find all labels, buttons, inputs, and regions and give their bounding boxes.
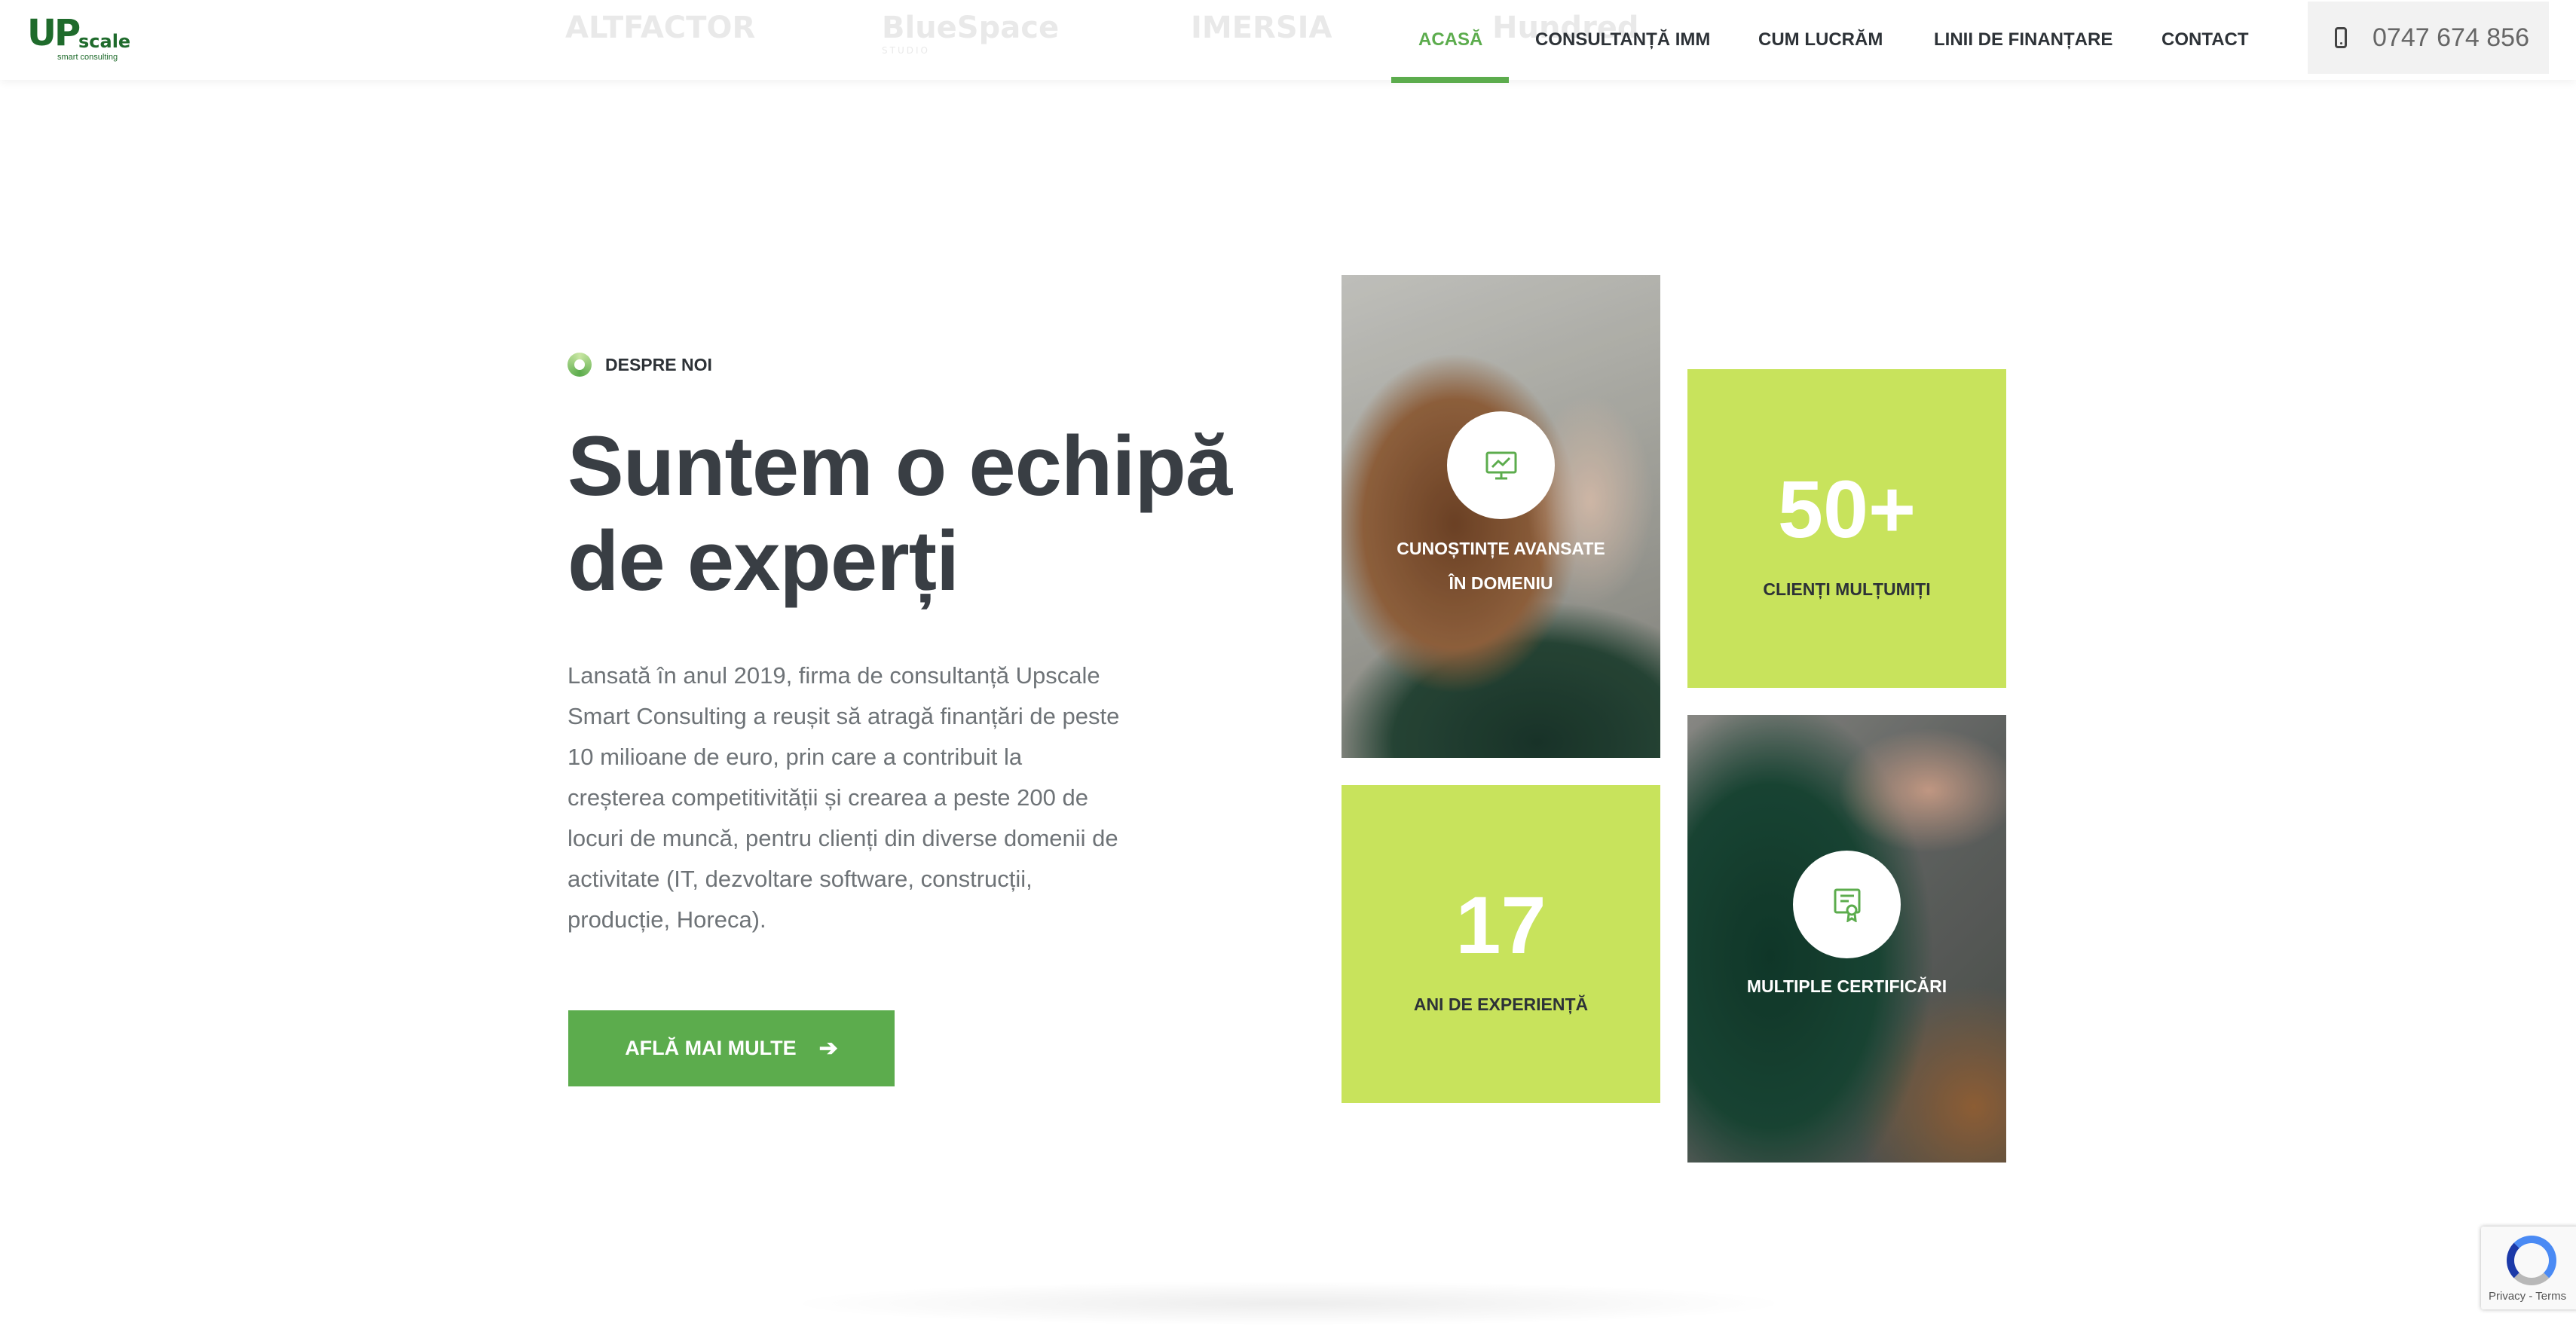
clients-label: CLIENȚI MULȚUMIȚI [1763, 579, 1931, 599]
learn-more-label: AFLĂ MAI MULTE [625, 1037, 797, 1059]
knowledge-label-line-1: CUNOȘTINȚE AVANSATE [1397, 539, 1605, 558]
section-eyebrow: DESPRE NOI [568, 351, 712, 378]
recaptcha-badge[interactable]: Privacy - Terms [2481, 1227, 2576, 1309]
experience-stat-tile: 17 ANI DE EXPERIENȚĂ [1342, 785, 1660, 1103]
logo-word: scale [78, 31, 131, 52]
logo-mark: UP [27, 12, 81, 54]
next-section-shadow [784, 1281, 1794, 1326]
partner-logo: IMERSIA [1191, 11, 1332, 45]
nav-home[interactable]: ACASĂ [1418, 0, 1482, 80]
knowledge-label-line-2: ÎN DOMENIU [1449, 573, 1553, 593]
clients-stat-tile: 50+ CLIENȚI MULȚUMIȚI [1687, 369, 2006, 688]
recaptcha-links[interactable]: Privacy - Terms [2489, 1290, 2566, 1303]
clients-number: 50+ [1777, 463, 1917, 555]
arrow-right-icon: ➔ [818, 1036, 838, 1061]
certifications-label: MULTIPLE CERTIFICĂRI [1746, 976, 1947, 996]
experience-number: 17 [1455, 879, 1547, 970]
site-header: UP scale smart consulting ALTFACTOR Blue… [0, 0, 2576, 83]
nav-active-indicator [1391, 77, 1509, 83]
partner-logo: BlueSpace STUDIO [882, 11, 1060, 56]
logo-tagline: smart consulting [57, 53, 118, 62]
knowledge-tile: CUNOȘTINȚE AVANSATE ÎN DOMENIU [1342, 275, 1660, 758]
ring-icon [568, 353, 592, 377]
certifications-tile: MULTIPLE CERTIFICĂRI [1687, 715, 2006, 1163]
phone-icon [2335, 27, 2347, 48]
nav-linii-finantare[interactable]: LINII DE FINANȚARE [1934, 0, 2113, 80]
section-title: Suntem o echipă de experți [568, 419, 1246, 609]
title-line-1: Suntem o echipă [568, 419, 1232, 513]
recaptcha-icon [2507, 1236, 2556, 1285]
eyebrow-label: DESPRE NOI [605, 354, 712, 374]
certificate-icon [1793, 851, 1901, 958]
title-line-2: de experți [568, 514, 959, 608]
logo[interactable]: UP scale smart consulting [27, 12, 130, 65]
nav-cum-lucram[interactable]: CUM LUCRĂM [1758, 0, 1883, 80]
nav-contact[interactable]: CONTACT [2161, 0, 2249, 80]
learn-more-button[interactable]: AFLĂ MAI MULTE ➔ [568, 1010, 895, 1086]
phone-number: 0747 674 856 [2373, 23, 2529, 52]
about-description: Lansată în anul 2019, firma de consultan… [568, 662, 1120, 933]
partner-logo: ALTFACTOR [565, 11, 756, 45]
phone-button[interactable]: 0747 674 856 [2308, 2, 2549, 74]
nav-consultanta-imm[interactable]: CONSULTANȚĂ IMM [1535, 0, 1710, 80]
experience-label: ANI DE EXPERIENȚĂ [1413, 994, 1589, 1014]
presentation-chart-icon [1447, 411, 1555, 519]
